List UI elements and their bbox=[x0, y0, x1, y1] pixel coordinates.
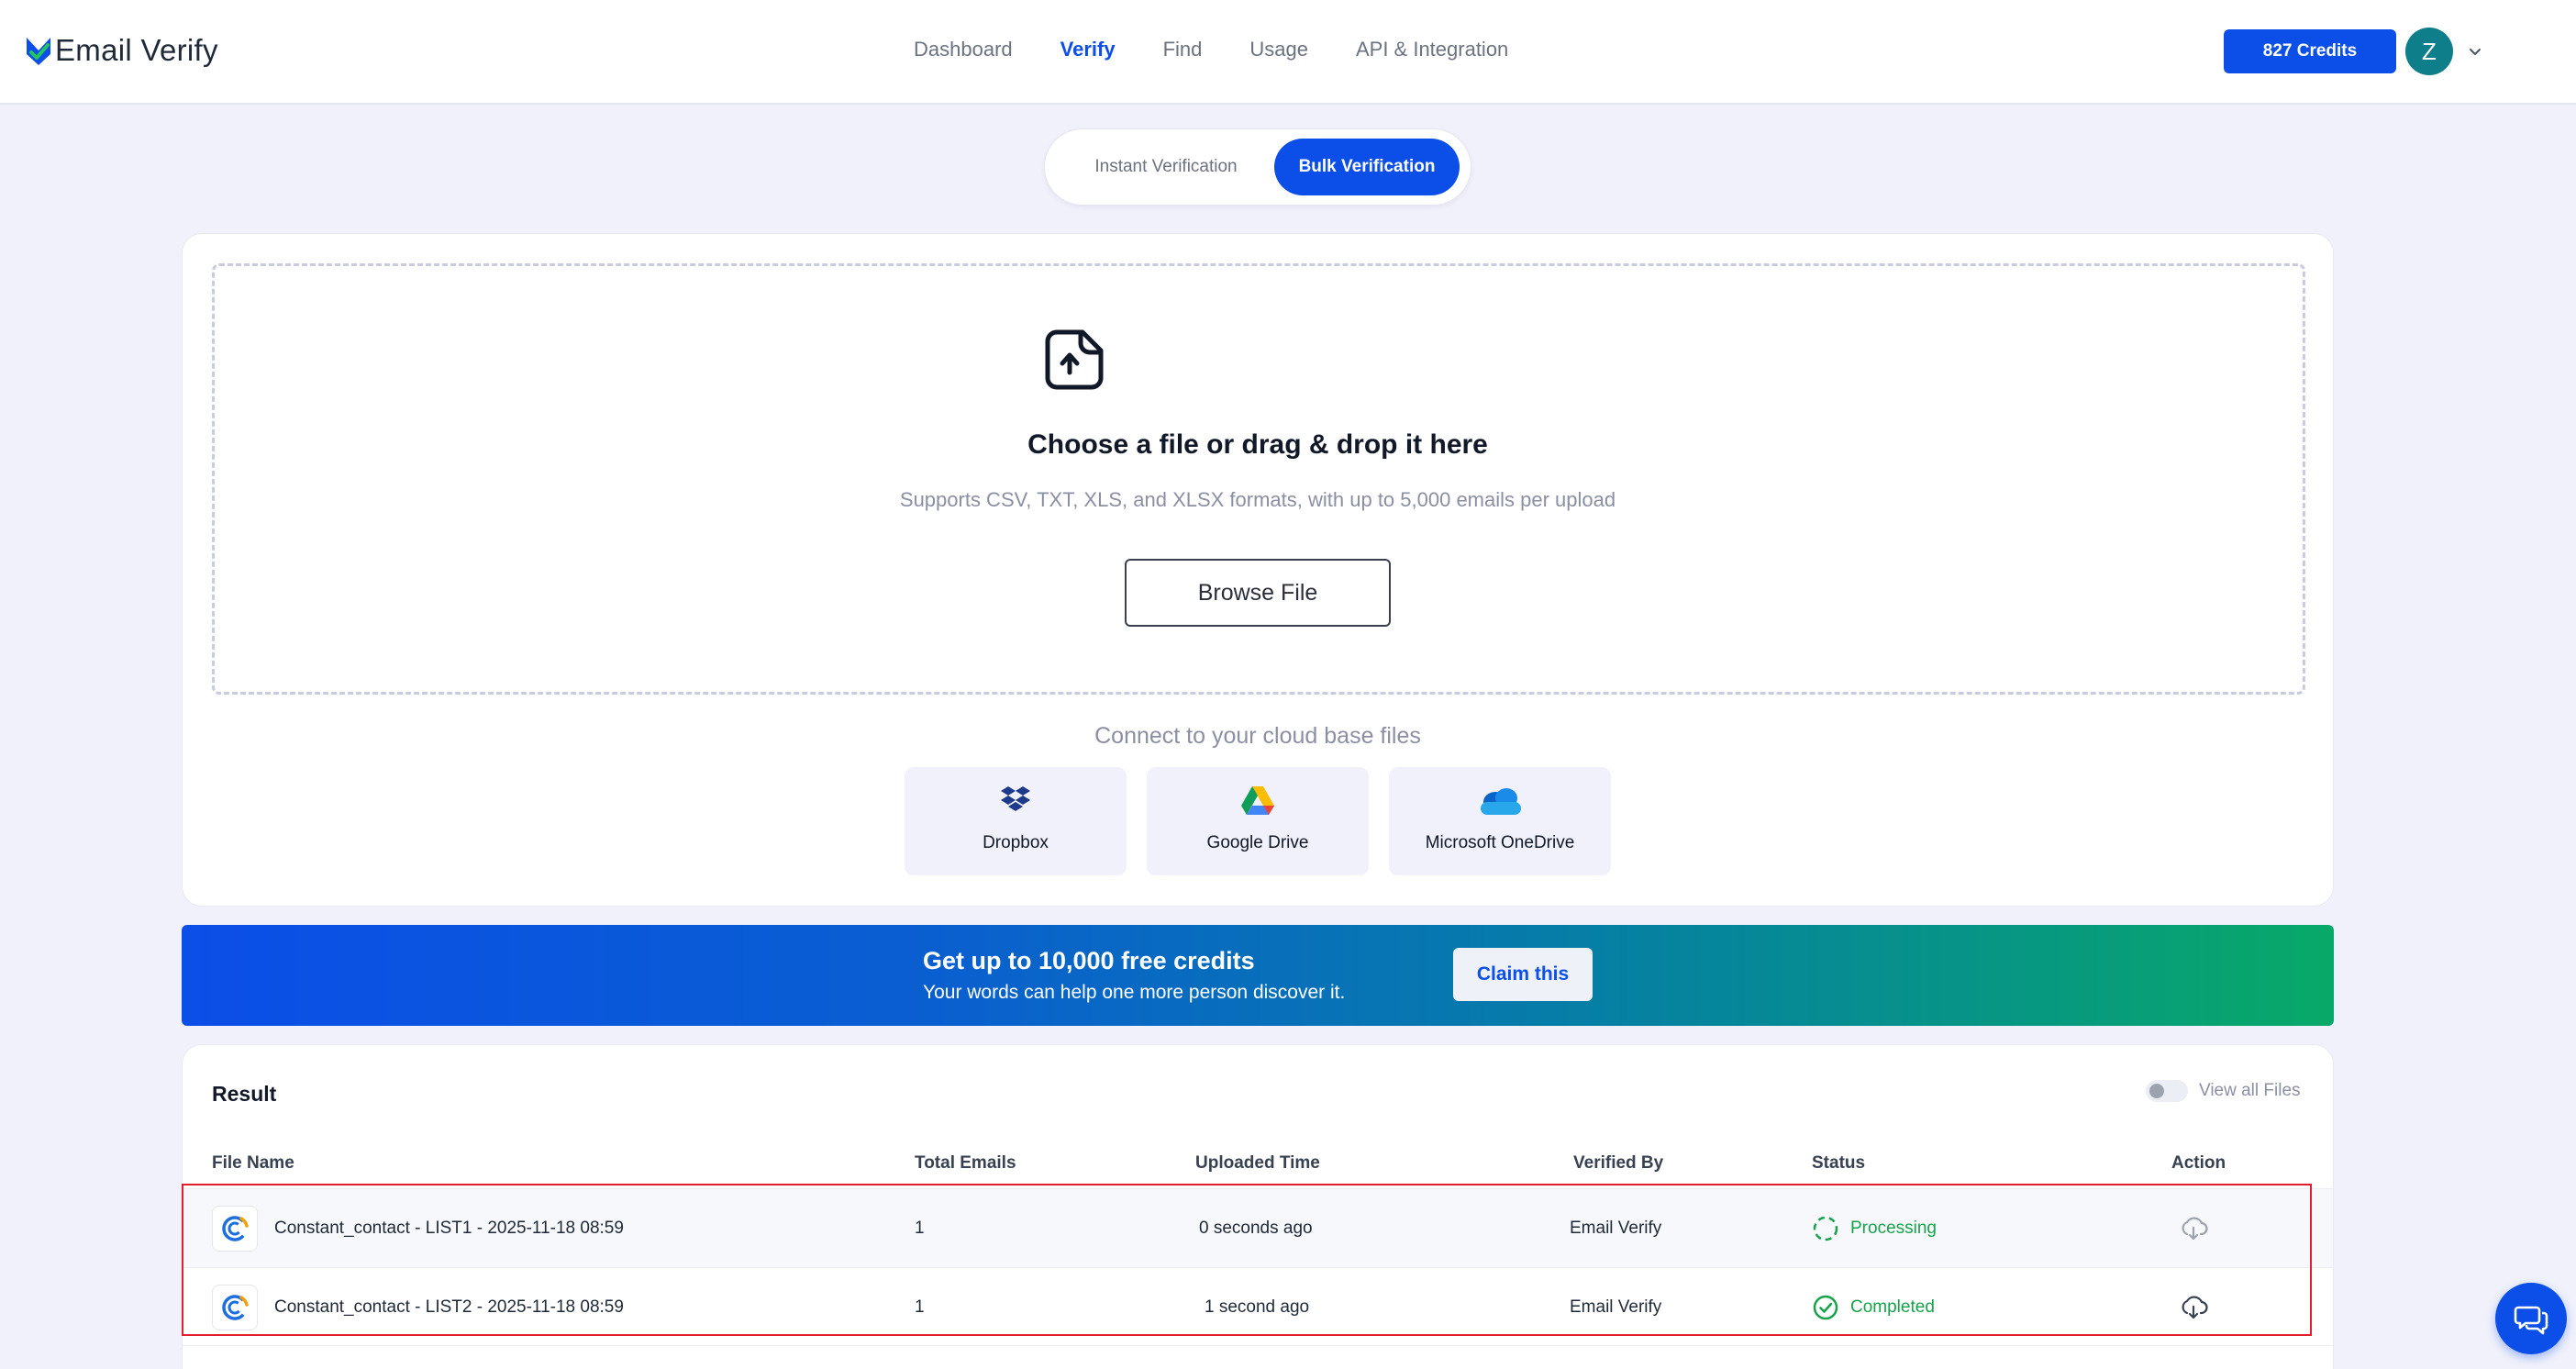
promo-subtitle: Your words can help one more person disc… bbox=[923, 982, 1346, 1003]
verification-mode-toggle: Instant Verification Bulk Verification bbox=[1044, 128, 1471, 206]
toggle-switch[interactable] bbox=[2146, 1080, 2188, 1102]
table-row[interactable]: Constant_contact - LIST2 - 2025-11-18 08… bbox=[183, 1267, 2333, 1346]
free-credits-banner: Get up to 10,000 free credits Your words… bbox=[182, 925, 2334, 1026]
verified-by: Email Verify bbox=[1570, 1219, 1662, 1238]
download-button[interactable] bbox=[2179, 1268, 2208, 1347]
file-name: Constant_contact - LIST1 - 2025-11-18 08… bbox=[274, 1219, 624, 1238]
onedrive-icon bbox=[1481, 788, 1521, 815]
claim-button[interactable]: Claim this bbox=[1453, 948, 1593, 1001]
dropbox-label: Dropbox bbox=[983, 833, 1049, 852]
status-badge: Completed bbox=[1812, 1294, 1935, 1321]
total-emails: 1 bbox=[915, 1219, 925, 1238]
nav-usage[interactable]: Usage bbox=[1249, 33, 1308, 66]
column-header-verified-by: Verified By bbox=[1573, 1153, 1664, 1173]
constant-contact-icon bbox=[212, 1285, 258, 1330]
status-text: Completed bbox=[1850, 1297, 1935, 1317]
chat-icon bbox=[2514, 1306, 2548, 1335]
credits-button[interactable]: 827 Credits bbox=[2224, 29, 2396, 73]
browse-file-button[interactable]: Browse File bbox=[1125, 559, 1391, 627]
check-circle-icon bbox=[1813, 1295, 1838, 1320]
column-header-total-emails: Total Emails bbox=[915, 1153, 1016, 1173]
nav-dashboard[interactable]: Dashboard bbox=[914, 33, 1013, 66]
nav-api-integration[interactable]: API & Integration bbox=[1356, 33, 1508, 66]
status-text: Processing bbox=[1850, 1219, 1937, 1238]
uploaded-time: 1 second ago bbox=[1205, 1297, 1310, 1317]
top-navigation-bar: Email Verify Dashboard Verify Find Usage… bbox=[0, 0, 2576, 105]
file-dropzone[interactable] bbox=[212, 263, 2305, 695]
nav-verify[interactable]: Verify bbox=[1060, 33, 1116, 66]
processing-spinner-icon bbox=[1813, 1216, 1838, 1241]
column-header-uploaded-time: Uploaded Time bbox=[1195, 1153, 1320, 1173]
onedrive-button[interactable]: Microsoft OneDrive bbox=[1389, 767, 1611, 875]
verified-by: Email Verify bbox=[1570, 1297, 1662, 1317]
constant-contact-icon bbox=[212, 1206, 258, 1252]
promo-title: Get up to 10,000 free credits bbox=[923, 947, 1255, 974]
cloud-connect-title: Connect to your cloud base files bbox=[1094, 723, 1421, 749]
download-cloud-icon bbox=[2182, 1296, 2208, 1319]
file-name: Constant_contact - LIST2 - 2025-11-18 08… bbox=[274, 1297, 624, 1317]
tab-bulk-verification[interactable]: Bulk Verification bbox=[1274, 139, 1460, 195]
onedrive-label: Microsoft OneDrive bbox=[1425, 833, 1575, 852]
view-all-files-label: View all Files bbox=[2199, 1081, 2301, 1100]
dropzone-title: Choose a file or drag & drop it here bbox=[1027, 429, 1488, 460]
column-header-action: Action bbox=[2171, 1153, 2226, 1173]
brand-logo[interactable]: Email Verify bbox=[24, 28, 218, 73]
email-verify-logo-icon bbox=[27, 38, 50, 65]
column-header-status: Status bbox=[1812, 1153, 1866, 1173]
google-drive-icon bbox=[1241, 786, 1274, 815]
google-drive-label: Google Drive bbox=[1206, 833, 1309, 852]
uploaded-time: 0 seconds ago bbox=[1199, 1219, 1313, 1238]
user-avatar[interactable]: Z bbox=[2405, 28, 2453, 75]
table-row[interactable]: Constant_contact - LIST1 - 2025-11-18 08… bbox=[183, 1188, 2333, 1267]
tab-instant-verification[interactable]: Instant Verification bbox=[1058, 139, 1274, 195]
results-card: Result View all Files File Name Total Em… bbox=[182, 1044, 2334, 1369]
nav-find[interactable]: Find bbox=[1163, 33, 1203, 66]
dropbox-button[interactable]: Dropbox bbox=[905, 767, 1127, 875]
total-emails: 1 bbox=[915, 1297, 925, 1317]
dropbox-icon bbox=[1001, 786, 1030, 811]
chevron-down-icon[interactable] bbox=[2464, 40, 2486, 62]
status-badge: Processing bbox=[1812, 1215, 1937, 1242]
main-nav: Dashboard Verify Find Usage API & Integr… bbox=[914, 33, 1556, 66]
results-title: Result bbox=[212, 1082, 277, 1106]
file-upload-icon bbox=[1045, 329, 1104, 390]
download-button[interactable] bbox=[2179, 1189, 2208, 1268]
column-header-file-name: File Name bbox=[212, 1153, 294, 1173]
download-cloud-icon bbox=[2182, 1217, 2208, 1241]
dropzone-subtitle: Supports CSV, TXT, XLS, and XLSX formats… bbox=[899, 488, 1616, 511]
brand-name: Email Verify bbox=[55, 33, 218, 67]
google-drive-button[interactable]: Google Drive bbox=[1147, 767, 1369, 875]
chat-support-button[interactable] bbox=[2495, 1283, 2567, 1354]
view-all-files-toggle[interactable]: View all Files bbox=[2146, 1080, 2301, 1102]
